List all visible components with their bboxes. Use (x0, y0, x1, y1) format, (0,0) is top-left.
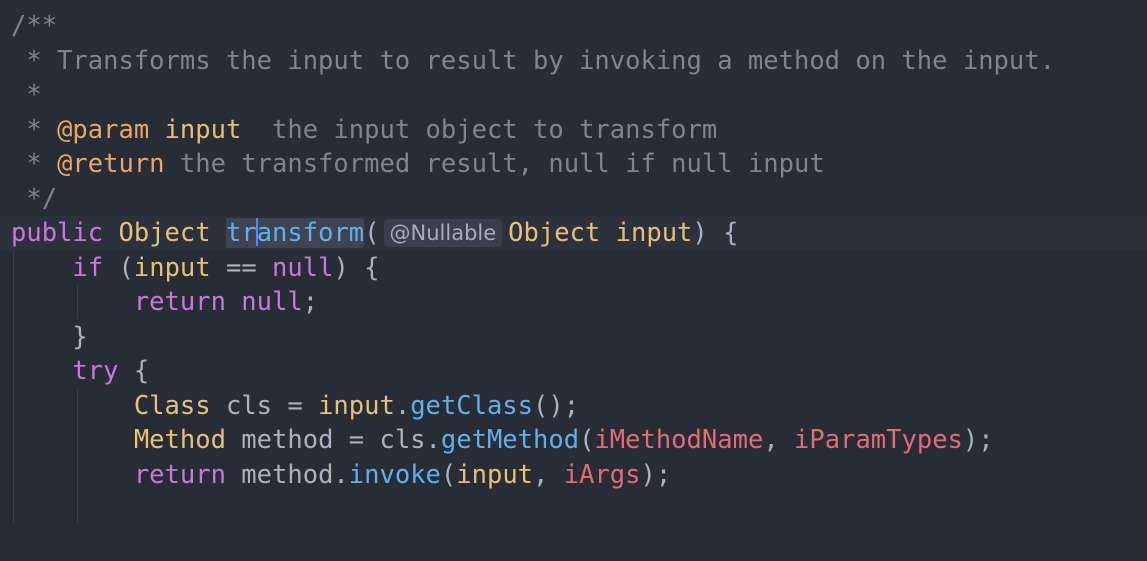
doc-tag-param: @param (57, 114, 150, 145)
inlay-hint-annotation[interactable]: @Nullable (383, 219, 503, 247)
field-iargs: iArgs (563, 459, 641, 490)
punct: ; (302, 287, 319, 317)
code-line[interactable]: /** (0, 9, 1147, 44)
var-input: input (456, 459, 534, 490)
keyword-try: try (72, 356, 119, 386)
close-brace: } (72, 321, 88, 352)
punct: ) { (333, 252, 380, 283)
code-line[interactable]: } (0, 320, 1147, 355)
punct: ( (579, 425, 595, 455)
punct: , (763, 425, 795, 455)
field-imethodname: iMethodName (594, 425, 764, 455)
fn-invoke: invoke (348, 459, 441, 490)
paren-open: ( (364, 218, 380, 248)
method-name-part: tr (225, 218, 257, 248)
punct: (); (533, 390, 580, 421)
code-text: cls = (210, 390, 319, 421)
code-line[interactable]: * @return the transformed result, null i… (0, 147, 1147, 182)
punct: { (118, 356, 150, 386)
punct: ); (962, 425, 994, 455)
code-line[interactable]: return method.invoke(input, iArgs); (0, 458, 1147, 493)
keyword-return: return (133, 287, 226, 317)
code-text: method = cls. (225, 425, 441, 455)
type-method: Method (133, 425, 226, 455)
doc-param-name: input (149, 114, 242, 145)
punct: . (394, 390, 411, 421)
type-class: Class (133, 390, 211, 421)
code-line-current[interactable]: public Object transform(@Nullable Object … (0, 216, 1147, 251)
fn-getclass: getClass (410, 390, 534, 421)
doc-comment-prefix: * (11, 149, 58, 179)
doc-comment-close: */ (11, 183, 58, 214)
keyword-if: if (72, 252, 104, 283)
code-line[interactable]: * Transforms the input to result by invo… (0, 44, 1147, 79)
doc-param-desc: the input object to transform (241, 114, 718, 145)
code-line[interactable]: try { (0, 354, 1147, 389)
doc-comment-open: /** (11, 11, 58, 41)
param-type: Object (508, 218, 601, 248)
code-line[interactable]: * (0, 78, 1147, 113)
code-line[interactable]: */ (0, 182, 1147, 217)
var-input: input (133, 252, 211, 283)
keyword-null: null (272, 252, 334, 283)
method-name[interactable]: transform (225, 218, 365, 248)
code-line[interactable]: Class cls = input.getClass(); (0, 389, 1147, 424)
doc-comment-text: * Transforms the input to result by invo… (11, 45, 1055, 76)
doc-comment-text: * (11, 80, 42, 110)
fn-getmethod: getMethod (440, 425, 580, 455)
punct: ); (640, 459, 672, 490)
code-line[interactable]: * @param input the input object to trans… (0, 113, 1147, 148)
operator: == (210, 252, 273, 283)
code-editor[interactable]: /** * Transforms the input to result by … (0, 0, 1147, 523)
param-name: input (615, 218, 693, 248)
return-type: Object (118, 218, 211, 248)
code-line[interactable]: Method method = cls.getMethod(iMethodNam… (0, 423, 1147, 458)
doc-return-desc: the transformed result, null if null inp… (164, 149, 825, 179)
keyword-null: null (225, 287, 303, 317)
punct: , (533, 459, 564, 490)
keyword-return: return (133, 459, 226, 490)
signature-tail: ) { (692, 218, 739, 248)
code-line[interactable]: return null; (0, 285, 1147, 320)
keyword-public: public (11, 218, 104, 248)
punct: ( (103, 252, 134, 283)
code-text: method. (225, 459, 349, 490)
doc-tag-return: @return (57, 149, 165, 179)
code-line[interactable]: if (input == null) { (0, 251, 1147, 286)
method-name-part: ansform (256, 218, 365, 248)
punct: ( (440, 459, 457, 490)
field-iparamtypes: iParamTypes (794, 425, 963, 455)
var-input: input (318, 390, 395, 421)
doc-comment-prefix: * (11, 114, 58, 145)
